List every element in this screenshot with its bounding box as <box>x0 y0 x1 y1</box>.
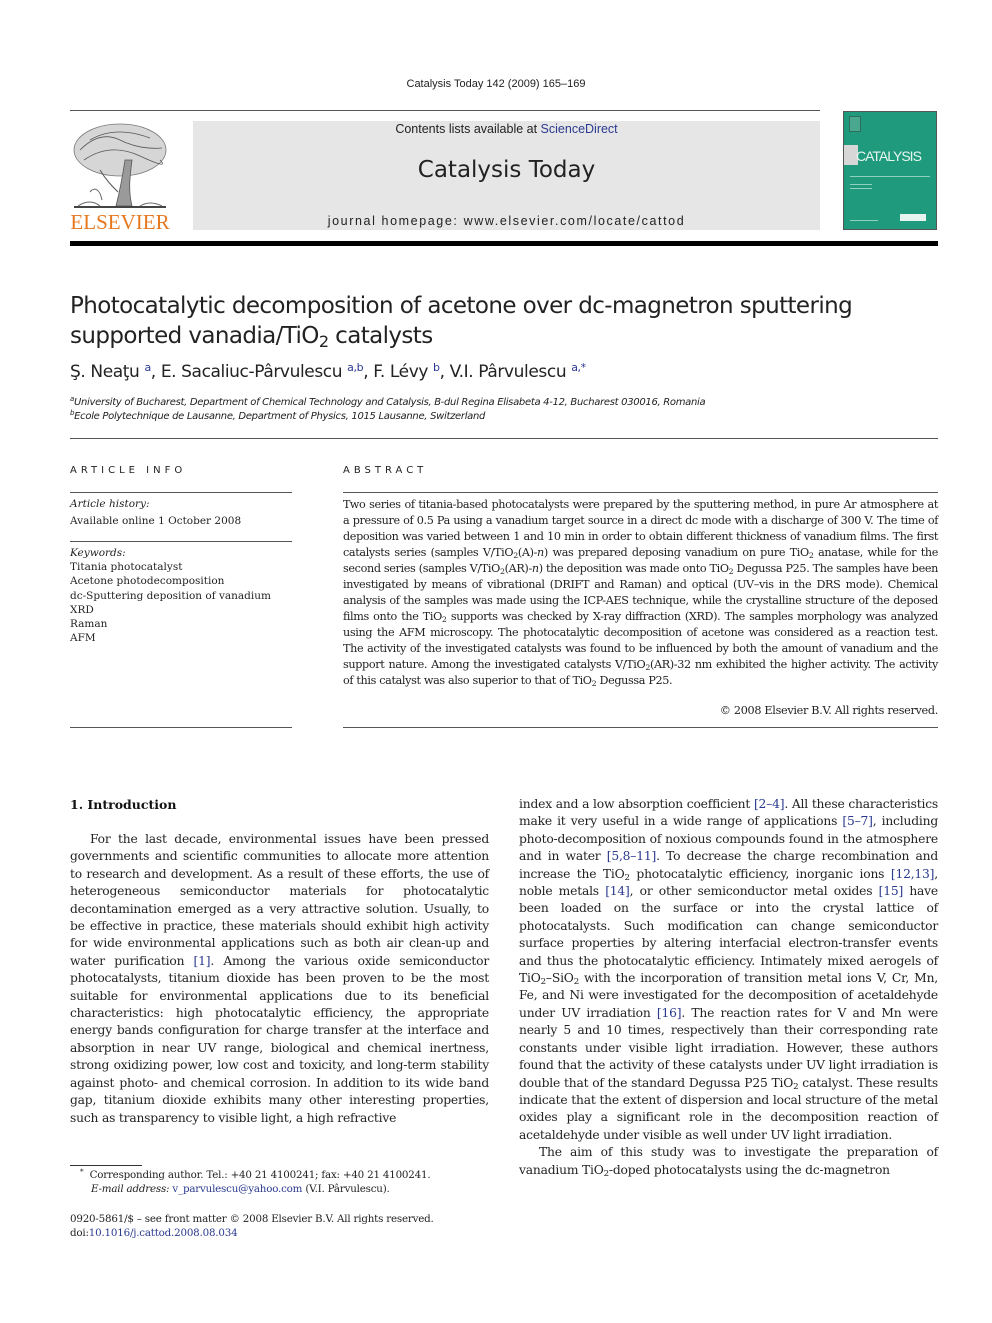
citation-link[interactable]: [5–7] <box>842 814 873 828</box>
author-affiliation-marker[interactable]: a,* <box>571 361 586 374</box>
article-title: Photocatalytic decomposition of acetone … <box>70 291 930 351</box>
abstract-body: Two series of titania-based photocatalys… <box>343 497 938 689</box>
keywords-list: Titania photocatalyst Acetone photodecom… <box>70 560 271 646</box>
body-text: photocatalytic efficiency, inorganic ion… <box>629 866 891 881</box>
cover-line <box>850 176 930 177</box>
affiliation-text: Ecole Polytechnique de Lausanne, Departm… <box>74 411 486 422</box>
body-column-left: For the last decade, environmental issue… <box>70 831 489 1127</box>
journal-homepage: journal homepage: www.elsevier.com/locat… <box>193 214 820 228</box>
citation-link[interactable]: [14] <box>605 884 630 898</box>
abstract-copyright: © 2008 Elsevier B.V. All rights reserved… <box>719 704 939 717</box>
footnote-text: Corresponding author. Tel.: +40 21 41002… <box>89 1169 431 1181</box>
abstract-italic: n <box>537 546 544 559</box>
article-info-heading: ARTICLE INFO <box>70 465 187 476</box>
cover-publisher-mark <box>900 214 926 221</box>
contents-line: Contents lists available at ScienceDirec… <box>193 122 820 136</box>
email-link[interactable]: v_parvulescu@yahoo.com <box>172 1183 302 1195</box>
author-affiliation-marker[interactable]: b <box>433 361 440 374</box>
body-text: -doped photocatalysts using the dc-magne… <box>608 1162 890 1177</box>
citation-link[interactable]: [5,8–11] <box>607 849 657 863</box>
running-head: Catalysis Today 142 (2009) 165–169 <box>406 78 586 90</box>
footnote-marker: * <box>80 1167 84 1177</box>
header-divider <box>70 438 938 439</box>
abstract-text: ) the deposition was made onto TiO <box>538 562 729 575</box>
masthead-thick-rule <box>70 241 938 246</box>
divider <box>70 541 292 542</box>
affiliation-text: University of Bucharest, Department of C… <box>74 397 706 408</box>
cover-line <box>850 184 872 185</box>
journal-cover-thumbnail: CATALYSIS <box>843 111 937 230</box>
homepage-prefix: journal homepage: <box>327 214 464 228</box>
divider <box>70 492 292 493</box>
cover-line <box>850 220 878 221</box>
keywords-label: Keywords: <box>70 547 126 559</box>
section-heading-introduction: 1. Introduction <box>70 797 177 812</box>
citation-link[interactable]: [16] <box>657 1006 682 1020</box>
abstract-text: (A)- <box>517 546 538 559</box>
cover-line <box>850 188 872 189</box>
keyword: dc-Sputtering deposition of vanadium <box>70 589 271 602</box>
affiliation: bEcole Polytechnique de Lausanne, Depart… <box>70 410 930 424</box>
affiliation: aUniversity of Bucharest, Department of … <box>70 396 930 410</box>
article-history-value: Available online 1 October 2008 <box>70 515 242 527</box>
issn-line: 0920-5861/$ – see front matter © 2008 El… <box>70 1213 434 1225</box>
abstract-italic: n <box>531 562 539 575</box>
title-line-2: supported vanadia/TiO <box>70 323 319 349</box>
doi-line: doi:10.1016/j.cattod.2008.08.034 <box>70 1226 238 1241</box>
paragraph: The aim of this study was to investigate… <box>519 1144 938 1179</box>
elsevier-wordmark: ELSEVIER <box>70 210 170 234</box>
keyword: AFM <box>70 632 96 645</box>
email-label: E-mail address: <box>91 1183 170 1195</box>
title-subscript: 2 <box>318 332 329 352</box>
divider <box>343 492 938 493</box>
citation-link[interactable]: [12,13] <box>891 867 935 881</box>
sciencedirect-link[interactable]: ScienceDirect <box>541 122 618 136</box>
keyword: Raman <box>70 618 108 631</box>
corresponding-author-footnote: * Corresponding author. Tel.: +40 21 410… <box>80 1167 431 1183</box>
citation-link[interactable]: [2–4] <box>754 797 785 811</box>
title-line-2-end: catalysts <box>328 323 433 349</box>
doi-link[interactable]: 10.1016/j.cattod.2008.08.034 <box>89 1227 238 1239</box>
email-footnote: E-mail address: v_parvulescu@yahoo.com (… <box>91 1182 390 1197</box>
paragraph: index and a low absorption coefficient [… <box>519 796 938 1144</box>
paragraph: For the last decade, environmental issue… <box>70 831 489 1127</box>
author-affiliation-marker[interactable]: a,b <box>347 361 363 374</box>
footnote-rule <box>70 1165 142 1166</box>
homepage-url[interactable]: www.elsevier.com/locate/cattod <box>464 214 686 228</box>
keyword: Titania photocatalyst <box>70 561 183 573</box>
body-text: have been loaded on the surface or into … <box>519 884 939 986</box>
citation-link[interactable]: [15] <box>879 884 904 898</box>
author: Ş. Neaţu <box>70 362 140 382</box>
citation-link[interactable]: [1] <box>194 954 211 968</box>
divider <box>70 727 292 728</box>
body-text: For the last decade, environmental issue… <box>70 832 489 968</box>
doi-prefix: doi: <box>70 1227 89 1239</box>
body-text: . Among the various oxide semiconductor … <box>70 953 489 1125</box>
author: F. Lévy <box>373 362 429 382</box>
contents-prefix: Contents lists available at <box>395 122 541 136</box>
abstract-heading: ABSTRACT <box>343 465 428 476</box>
abstract-text: Degussa P25. <box>596 674 673 687</box>
body-text: index and a low absorption coefficient <box>519 797 754 811</box>
author-list: Ş. Neaţu a, E. Sacaliuc-Pârvulescu a,b, … <box>70 360 586 382</box>
title-line-1: Photocatalytic decomposition of acetone … <box>70 293 853 319</box>
divider <box>343 727 938 728</box>
cover-emblem-icon <box>849 116 861 132</box>
body-text: , or other semiconductor metal oxides <box>629 884 879 899</box>
journal-title: Catalysis Today <box>417 157 596 183</box>
author: V.I. Pârvulescu <box>449 362 567 382</box>
body-column-right: index and a low absorption coefficient [… <box>519 796 938 1179</box>
abstract-text: ) was prepared deposing vanadium on pure… <box>543 546 809 559</box>
top-rule <box>70 110 820 111</box>
author-affiliation-marker[interactable]: a <box>144 361 151 374</box>
keyword: XRD <box>70 603 94 616</box>
body-text: –SiO <box>545 971 574 986</box>
email-owner: (V.I. Pârvulescu). <box>302 1183 390 1195</box>
affiliations: aUniversity of Bucharest, Department of … <box>70 396 930 424</box>
abstract-text: (AR)- <box>504 562 533 575</box>
author: E. Sacaliuc-Pârvulescu <box>160 362 343 382</box>
keyword: Acetone photodecomposition <box>70 575 225 588</box>
cover-title: CATALYSIS <box>856 148 922 164</box>
article-history-label: Article history: <box>70 498 150 510</box>
